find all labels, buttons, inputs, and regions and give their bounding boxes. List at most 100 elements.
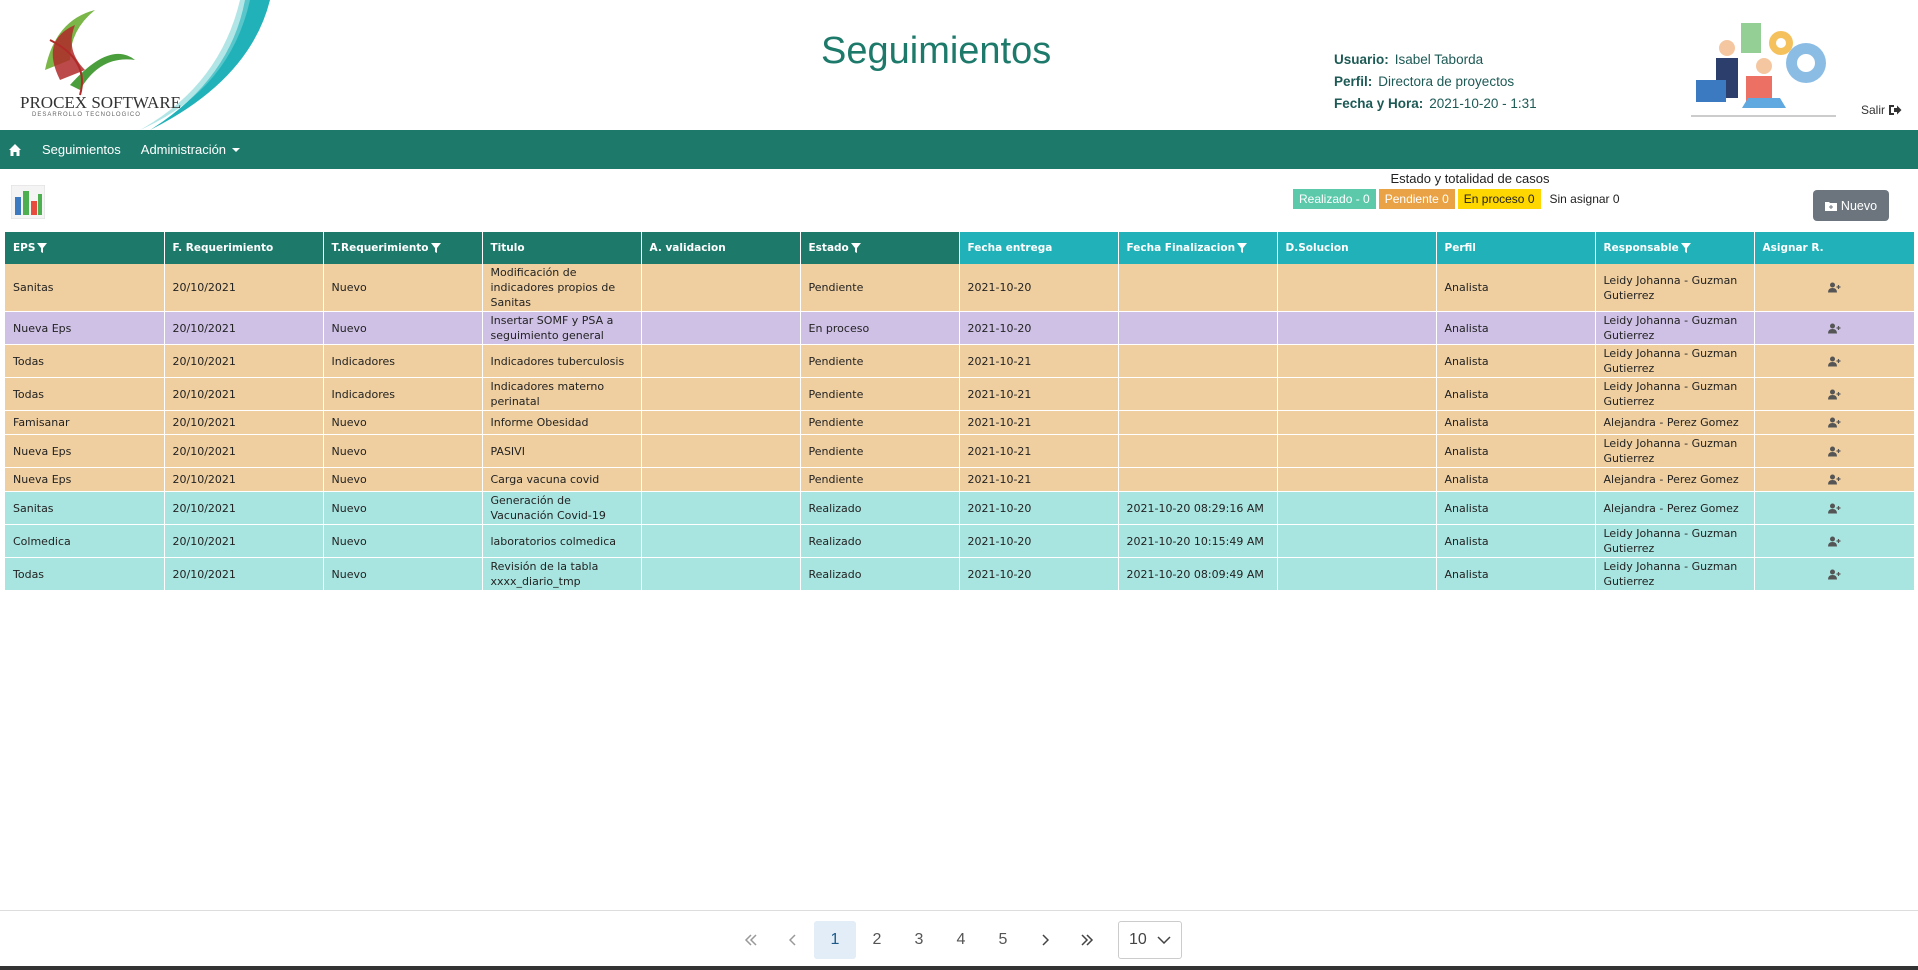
nav-administracion-label: Administración xyxy=(140,142,227,157)
cell-f-final: 2021-10-20 08:09:49 AM xyxy=(1118,557,1278,591)
user-info: Usuario: Isabel Taborda Perfil: Directora … xyxy=(1334,49,1537,115)
page-button-5[interactable]: 5 xyxy=(982,921,1024,959)
page-button-2[interactable]: 2 xyxy=(856,921,898,959)
page-size-select[interactable]: 10 xyxy=(1118,921,1182,959)
double-chevron-right-icon xyxy=(1081,934,1094,946)
team-illustration xyxy=(1691,23,1836,117)
fecha-label: Fecha y Hora: xyxy=(1334,96,1424,111)
cell-d-sol xyxy=(1277,524,1437,558)
column-header-label: D.Solucion xyxy=(1285,242,1349,254)
nuevo-button[interactable]: Nuevo xyxy=(1813,190,1889,221)
last-page-button[interactable] xyxy=(1066,921,1108,959)
logo-subtext: DESARROLLO TECNOLOGICO xyxy=(32,112,141,118)
table-row: Todas 20/10/2021 Nuevo Revisión de la tabla… xyxy=(5,557,1915,591)
cell-f-req: 20/10/2021 xyxy=(164,557,324,591)
cell-titulo: Insertar SOMF y PSA a seguimiento genera… xyxy=(482,311,642,345)
filter-icon[interactable] xyxy=(1680,243,1691,253)
first-page-button[interactable] xyxy=(730,921,772,959)
prev-page-button[interactable] xyxy=(772,921,814,959)
procex-logo: PROCEX SOFTWARE DESARROLLO TECNOLOGICO xyxy=(20,0,270,130)
badge-en-proceso: En proceso 0 xyxy=(1457,189,1541,209)
filter-icon[interactable] xyxy=(850,243,861,253)
page-button-1[interactable]: 1 xyxy=(814,921,856,959)
column-header-label: F. Requerimiento xyxy=(172,242,274,254)
user-plus-icon[interactable] xyxy=(1827,536,1841,547)
cell-asignar xyxy=(1754,377,1915,411)
page-button-3[interactable]: 3 xyxy=(898,921,940,959)
header: PROCEX SOFTWARE DESARROLLO TECNOLOGICO S… xyxy=(0,0,1918,130)
chevron-down-icon xyxy=(1157,936,1171,944)
page-button-4[interactable]: 4 xyxy=(940,921,982,959)
user-plus-icon[interactable] xyxy=(1827,503,1841,514)
column-header: A. validacion xyxy=(641,232,801,264)
user-value: Isabel Taborda xyxy=(1394,52,1484,67)
user-plus-icon[interactable] xyxy=(1827,417,1841,428)
column-header[interactable]: Estado xyxy=(800,232,960,264)
filter-icon[interactable] xyxy=(37,243,48,253)
table-header-row: EPS F. Requerimiento T.Requerimiento Titulo… xyxy=(5,232,1915,264)
chevron-right-icon xyxy=(1042,934,1049,946)
filter-icon[interactable] xyxy=(430,243,441,253)
cell-titulo: Indicadores materno perinatal xyxy=(482,377,642,411)
cell-d-sol xyxy=(1277,491,1437,525)
cell-perfil: Analista xyxy=(1436,557,1596,591)
nav-administracion-dropdown[interactable]: Administración xyxy=(140,142,241,157)
cell-a-val xyxy=(641,491,801,525)
bar-chart-icon[interactable] xyxy=(11,185,45,219)
column-header[interactable]: EPS xyxy=(5,232,165,264)
cell-responsable: Leidy Johanna - Guzman Gutierrez xyxy=(1595,311,1755,345)
cell-f-req: 20/10/2021 xyxy=(164,311,324,345)
page-title: Seguimientos xyxy=(821,30,1052,72)
cell-responsable: Alejandra - Perez Gomez xyxy=(1595,410,1755,435)
cell-f-entrega: 2021-10-21 xyxy=(959,344,1119,378)
column-header[interactable]: Fecha Finalizacion xyxy=(1118,232,1278,264)
cell-t-req: Indicadores xyxy=(323,377,483,411)
cell-f-entrega: 2021-10-21 xyxy=(959,467,1119,492)
cell-f-entrega: 2021-10-21 xyxy=(959,410,1119,435)
cell-estado: Realizado xyxy=(800,491,960,525)
cell-f-final xyxy=(1118,467,1278,492)
cell-estado: Pendiente xyxy=(800,467,960,492)
cell-d-sol xyxy=(1277,264,1437,312)
filter-icon[interactable] xyxy=(1237,243,1248,253)
cell-a-val xyxy=(641,557,801,591)
badge-realizado: Realizado - 0 xyxy=(1293,189,1376,209)
cell-asignar xyxy=(1754,264,1915,312)
cell-d-sol xyxy=(1277,557,1437,591)
cell-t-req: Nuevo xyxy=(323,557,483,591)
nuevo-label: Nuevo xyxy=(1840,198,1878,213)
user-plus-icon[interactable] xyxy=(1827,389,1841,400)
table-row: Sanitas 20/10/2021 Nuevo Modificación de in… xyxy=(5,264,1915,312)
user-plus-icon[interactable] xyxy=(1827,474,1841,485)
cell-f-req: 20/10/2021 xyxy=(164,264,324,312)
cell-f-req: 20/10/2021 xyxy=(164,434,324,468)
cell-a-val xyxy=(641,344,801,378)
nav-seguimientos-label: Seguimientos xyxy=(42,142,121,157)
user-plus-icon[interactable] xyxy=(1827,446,1841,457)
cell-responsable: Leidy Johanna - Guzman Gutierrez xyxy=(1595,524,1755,558)
home-icon[interactable] xyxy=(8,143,22,157)
user-plus-icon[interactable] xyxy=(1827,323,1841,334)
cell-f-req: 20/10/2021 xyxy=(164,344,324,378)
nav-seguimientos[interactable]: Seguimientos xyxy=(42,142,121,157)
cell-asignar xyxy=(1754,557,1915,591)
user-plus-icon[interactable] xyxy=(1827,569,1841,580)
column-header[interactable]: T.Requerimiento xyxy=(323,232,483,264)
cell-eps: Sanitas xyxy=(5,491,165,525)
cell-perfil: Analista xyxy=(1436,467,1596,492)
next-page-button[interactable] xyxy=(1024,921,1066,959)
table-row: Todas 20/10/2021 Indicadores Indicadores ma… xyxy=(5,377,1915,411)
cell-t-req: Nuevo xyxy=(323,264,483,312)
cell-asignar xyxy=(1754,344,1915,378)
cell-eps: Todas xyxy=(5,377,165,411)
cell-d-sol xyxy=(1277,344,1437,378)
cell-t-req: Nuevo xyxy=(323,311,483,345)
cell-asignar xyxy=(1754,467,1915,492)
chevron-left-icon xyxy=(789,934,796,946)
salir-button[interactable]: Salir xyxy=(1861,103,1902,117)
user-plus-icon[interactable] xyxy=(1827,356,1841,367)
user-plus-icon[interactable] xyxy=(1827,282,1841,293)
table-row: Sanitas 20/10/2021 Nuevo Generación de Vacu… xyxy=(5,491,1915,525)
cell-t-req: Indicadores xyxy=(323,344,483,378)
column-header[interactable]: Responsable xyxy=(1595,232,1755,264)
